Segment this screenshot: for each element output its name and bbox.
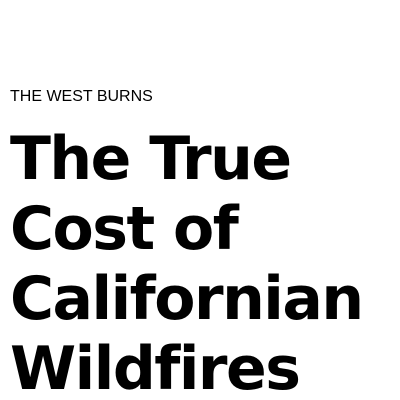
headline-line-3: Californian [10,264,364,334]
headline-line-2: Cost of [10,194,239,264]
series-kicker: THE WEST BURNS [10,88,153,105]
headline-line-4: Wildfires [10,334,301,400]
article-cover: THE WEST BURNS The True Cost of Californ… [0,0,400,400]
article-headline: The True Cost of Californian Wildfires [10,124,364,400]
headline-line-1: The True [10,124,292,194]
